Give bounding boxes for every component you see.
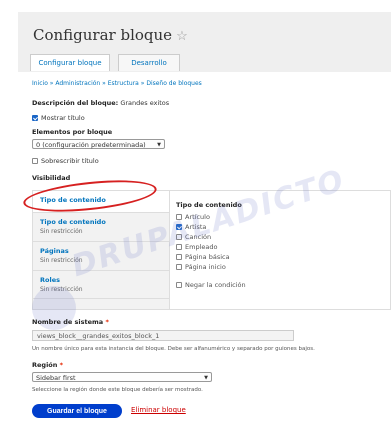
checkbox-icon[interactable] [176,254,182,260]
required-marker: * [105,318,109,326]
override-title-checkbox[interactable]: Sobrescribir título [32,157,99,165]
option-label: Página básica [185,253,230,261]
negate-label: Negar la condición [185,281,246,289]
visibility-label: Visibilidad [32,174,71,182]
block-description-label: Descripción del bloque: [32,99,119,107]
machine-name-label: Nombre de sistema * [32,318,109,326]
option-pagina-basica[interactable]: Página básica [176,253,230,261]
save-block-button[interactable]: Guardar el bloque [32,404,122,418]
region-select[interactable]: Sidebar first ▼ [32,372,212,382]
delete-block-link[interactable]: Eliminar bloque [131,406,186,414]
region-label-text: Región [32,361,58,369]
machine-name-input[interactable]: views_block__grandes_exitos_block_1 [32,330,294,341]
page-title: Configurar bloque ☆ [33,26,188,44]
required-marker: * [59,361,64,369]
checkbox-checked-icon[interactable] [32,115,38,121]
block-description-value: Grandes exitos [120,99,170,107]
option-label: Página inicio [185,263,226,271]
region-value: Sidebar first [36,374,76,382]
override-title-label: Sobrescribir título [41,157,99,165]
vtab-title: Roles [40,276,60,284]
option-pagina-inicio[interactable]: Página inicio [176,263,226,271]
tab-development[interactable]: Desarrollo [118,54,180,71]
items-per-block-value: 0 (configuración predeterminada) [36,141,146,149]
region-help: Seleccione la región donde este bloque d… [32,387,203,393]
tab-configure-block[interactable]: Configurar bloque [30,54,110,71]
block-description: Descripción del bloque: Grandes exitos [32,99,169,107]
show-title-label: Mostrar título [41,114,85,122]
negate-condition-checkbox[interactable]: Negar la condición [176,281,246,289]
chevron-down-icon: ▼ [157,142,161,148]
machine-name-help: Un nombre único para esta instancia del … [32,346,315,352]
items-per-block-select[interactable]: 0 (configuración predeterminada) ▼ [32,139,165,149]
star-icon[interactable]: ☆ [176,29,188,44]
chevron-down-icon: ▼ [204,375,208,381]
show-title-checkbox[interactable]: Mostrar título [32,114,85,122]
checkbox-icon[interactable] [176,282,182,288]
machine-name-label-text: Nombre de sistema [32,318,104,326]
breadcrumb[interactable]: Inicio » Administración » Estructura » D… [32,80,202,87]
checkbox-icon[interactable] [32,158,38,164]
checkbox-icon[interactable] [176,264,182,270]
region-label: Región * [32,361,63,369]
items-per-block-label: Elementos por bloque [32,128,113,136]
